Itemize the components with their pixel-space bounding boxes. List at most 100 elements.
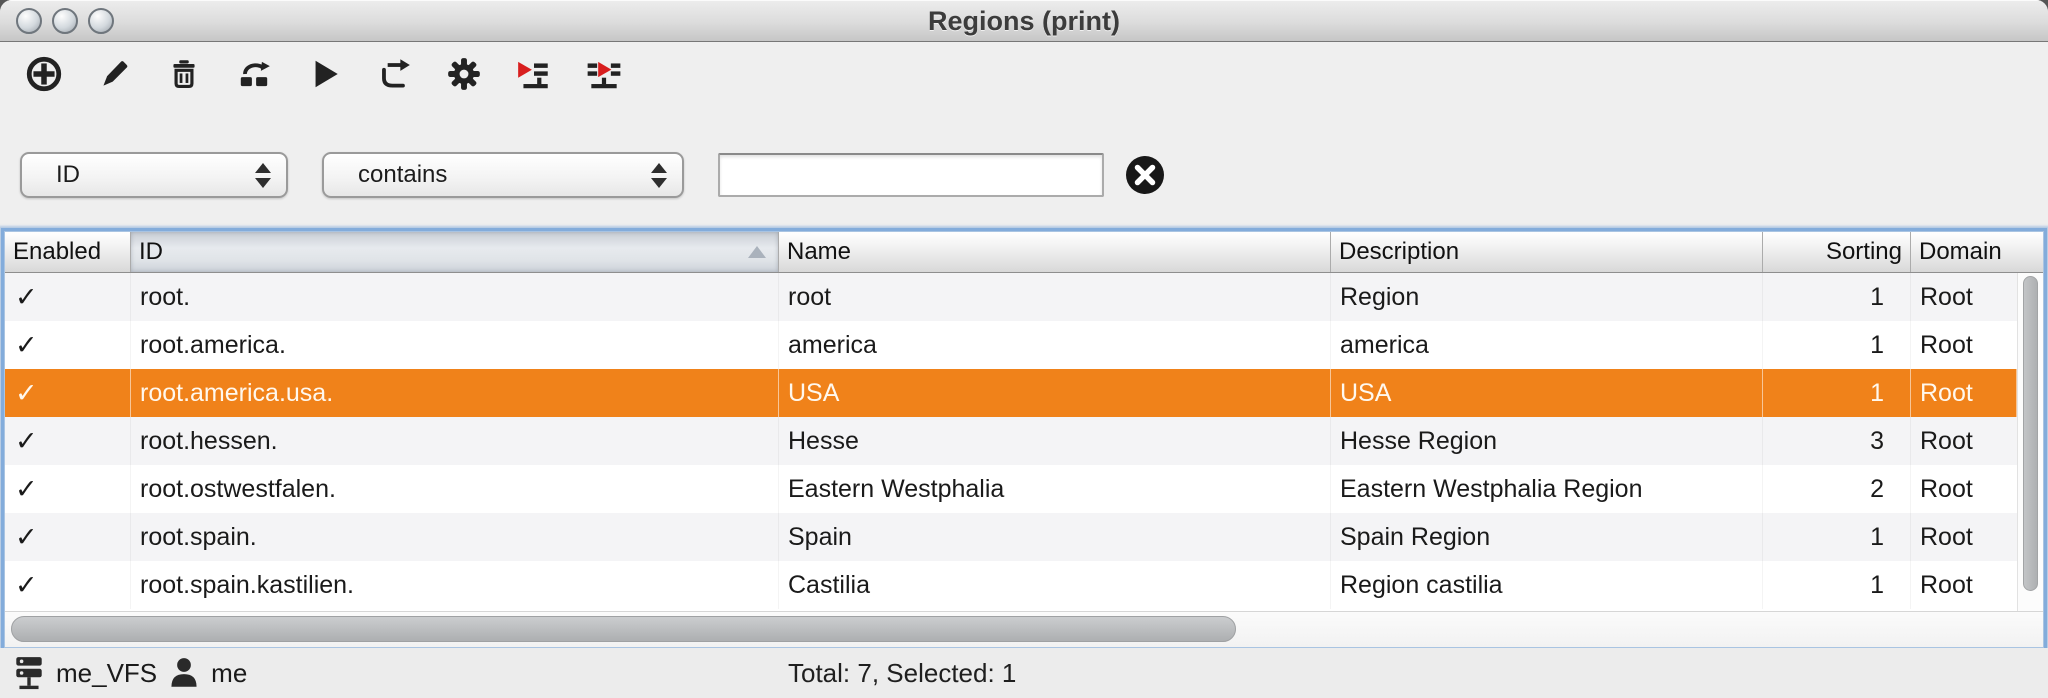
selection-summary: Total: 7, Selected: 1	[788, 648, 1016, 698]
column-header-sorting[interactable]: Sorting	[1763, 232, 1911, 272]
connection-info: me_VFS me	[0, 655, 247, 691]
cell-domain: Root	[1911, 321, 2017, 369]
delete-button[interactable]	[164, 54, 204, 94]
cell-description: Hesse Region	[1331, 417, 1763, 465]
enabled-checkmark: ✓	[5, 465, 131, 513]
filter-operator-select[interactable]: contains	[322, 152, 684, 198]
stepper-arrows-icon	[642, 163, 682, 188]
table-header-row: Enabled ID Name Description Sorting Doma…	[5, 232, 2043, 273]
cell-sorting: 1	[1763, 369, 1911, 417]
merge-into-list-button[interactable]	[584, 54, 624, 94]
enabled-checkmark: ✓	[5, 513, 131, 561]
table-row[interactable]: ✓ root. root Region 1 Root	[5, 273, 2017, 321]
status-bar: me_VFS me Total: 7, Selected: 1	[0, 648, 2048, 698]
table-row[interactable]: ✓ root.ostwestfalen. Eastern Westphalia …	[5, 465, 2017, 513]
cell-sorting: 1	[1763, 561, 1911, 609]
cell-description: Region	[1331, 273, 1763, 321]
horizontal-scrollbar-thumb[interactable]	[11, 616, 1236, 642]
column-header-id[interactable]: ID	[131, 232, 779, 272]
zoom-button[interactable]	[88, 8, 114, 34]
cell-domain: Root	[1911, 513, 2017, 561]
enabled-checkmark: ✓	[5, 273, 131, 321]
sort-ascending-icon	[748, 246, 766, 258]
enabled-checkmark: ✓	[5, 417, 131, 465]
enabled-checkmark: ✓	[5, 321, 131, 369]
play-icon	[305, 55, 343, 93]
cell-name: Spain	[779, 513, 1331, 561]
vertical-scrollbar-thumb[interactable]	[2023, 276, 2038, 591]
cell-sorting: 1	[1763, 273, 1911, 321]
regions-table: Enabled ID Name Description Sorting Doma…	[4, 231, 2044, 648]
user-icon	[169, 657, 199, 689]
column-header-enabled[interactable]: Enabled	[5, 232, 131, 272]
cell-sorting: 1	[1763, 513, 1911, 561]
enabled-checkmark: ✓	[5, 561, 131, 609]
cell-name: Hesse	[779, 417, 1331, 465]
close-button[interactable]	[16, 8, 42, 34]
cell-name: america	[779, 321, 1331, 369]
run-button[interactable]	[304, 54, 344, 94]
window-controls	[16, 8, 114, 34]
window-title: Regions (print)	[0, 0, 2048, 42]
cell-description: Spain Region	[1331, 513, 1763, 561]
filter-operator-value: contains	[324, 161, 642, 189]
table-row-selected[interactable]: ✓ root.america.usa. USA USA 1 Root	[5, 369, 2017, 417]
edit-button[interactable]	[94, 54, 134, 94]
horizontal-scrollbar[interactable]	[5, 611, 2043, 647]
settings-button[interactable]	[444, 54, 484, 94]
cell-id: root.hessen.	[131, 417, 779, 465]
column-header-domain[interactable]: Domain	[1911, 232, 2043, 272]
trash-icon	[165, 55, 203, 93]
merge-into-list-icon	[585, 55, 623, 93]
clear-filter-button[interactable]	[1124, 154, 1166, 196]
cell-id: root.spain.	[131, 513, 779, 561]
table-row[interactable]: ✓ root.america. america america 1 Root	[5, 321, 2017, 369]
sync-icon	[235, 55, 273, 93]
filter-field-select[interactable]: ID	[20, 152, 288, 198]
cell-sorting: 3	[1763, 417, 1911, 465]
cell-sorting: 2	[1763, 465, 1911, 513]
cell-id: root.america.usa.	[131, 369, 779, 417]
insert-into-list-button[interactable]	[514, 54, 554, 94]
minimize-button[interactable]	[52, 8, 78, 34]
cell-id: root.ostwestfalen.	[131, 465, 779, 513]
table-body: ✓ root. root Region 1 Root ✓ root.americ…	[5, 273, 2017, 611]
title-bar[interactable]: Regions (print)	[0, 0, 2048, 42]
column-header-name[interactable]: Name	[779, 232, 1331, 272]
table-row[interactable]: ✓ root.spain.kastilien. Castilia Region …	[5, 561, 2017, 609]
clear-circle-x-icon	[1124, 184, 1166, 199]
cell-sorting: 1	[1763, 321, 1911, 369]
cell-id: root.america.	[131, 321, 779, 369]
insert-into-list-icon	[515, 55, 553, 93]
add-circle-icon	[25, 55, 63, 93]
table-row[interactable]: ✓ root.hessen. Hesse Hesse Region 3 Root	[5, 417, 2017, 465]
pencil-icon	[95, 55, 133, 93]
user-name-label: me	[211, 658, 247, 689]
cell-domain: Root	[1911, 369, 2017, 417]
add-button[interactable]	[24, 54, 64, 94]
filter-field-value: ID	[22, 161, 246, 189]
cell-id: root.	[131, 273, 779, 321]
export-arrow-icon	[375, 55, 413, 93]
stepper-arrows-icon	[246, 163, 286, 188]
cell-domain: Root	[1911, 465, 2017, 513]
cell-name: Eastern Westphalia	[779, 465, 1331, 513]
vfs-name-label: me_VFS	[56, 658, 157, 689]
vfs-server-icon	[14, 655, 44, 691]
cell-name: Castilia	[779, 561, 1331, 609]
vertical-scrollbar[interactable]	[2017, 273, 2043, 611]
cell-description: Region castilia	[1331, 561, 1763, 609]
app-window: Regions (print)	[0, 0, 2048, 698]
cell-description: USA	[1331, 369, 1763, 417]
filter-bar: ID contains	[0, 152, 2048, 200]
sync-button[interactable]	[234, 54, 274, 94]
column-header-description[interactable]: Description	[1331, 232, 1763, 272]
filter-query-input[interactable]	[718, 153, 1104, 197]
cell-description: america	[1331, 321, 1763, 369]
table-row[interactable]: ✓ root.spain. Spain Spain Region 1 Root	[5, 513, 2017, 561]
enabled-checkmark: ✓	[5, 369, 131, 417]
cell-name: USA	[779, 369, 1331, 417]
cell-domain: Root	[1911, 561, 2017, 609]
cell-domain: Root	[1911, 273, 2017, 321]
export-button[interactable]	[374, 54, 414, 94]
